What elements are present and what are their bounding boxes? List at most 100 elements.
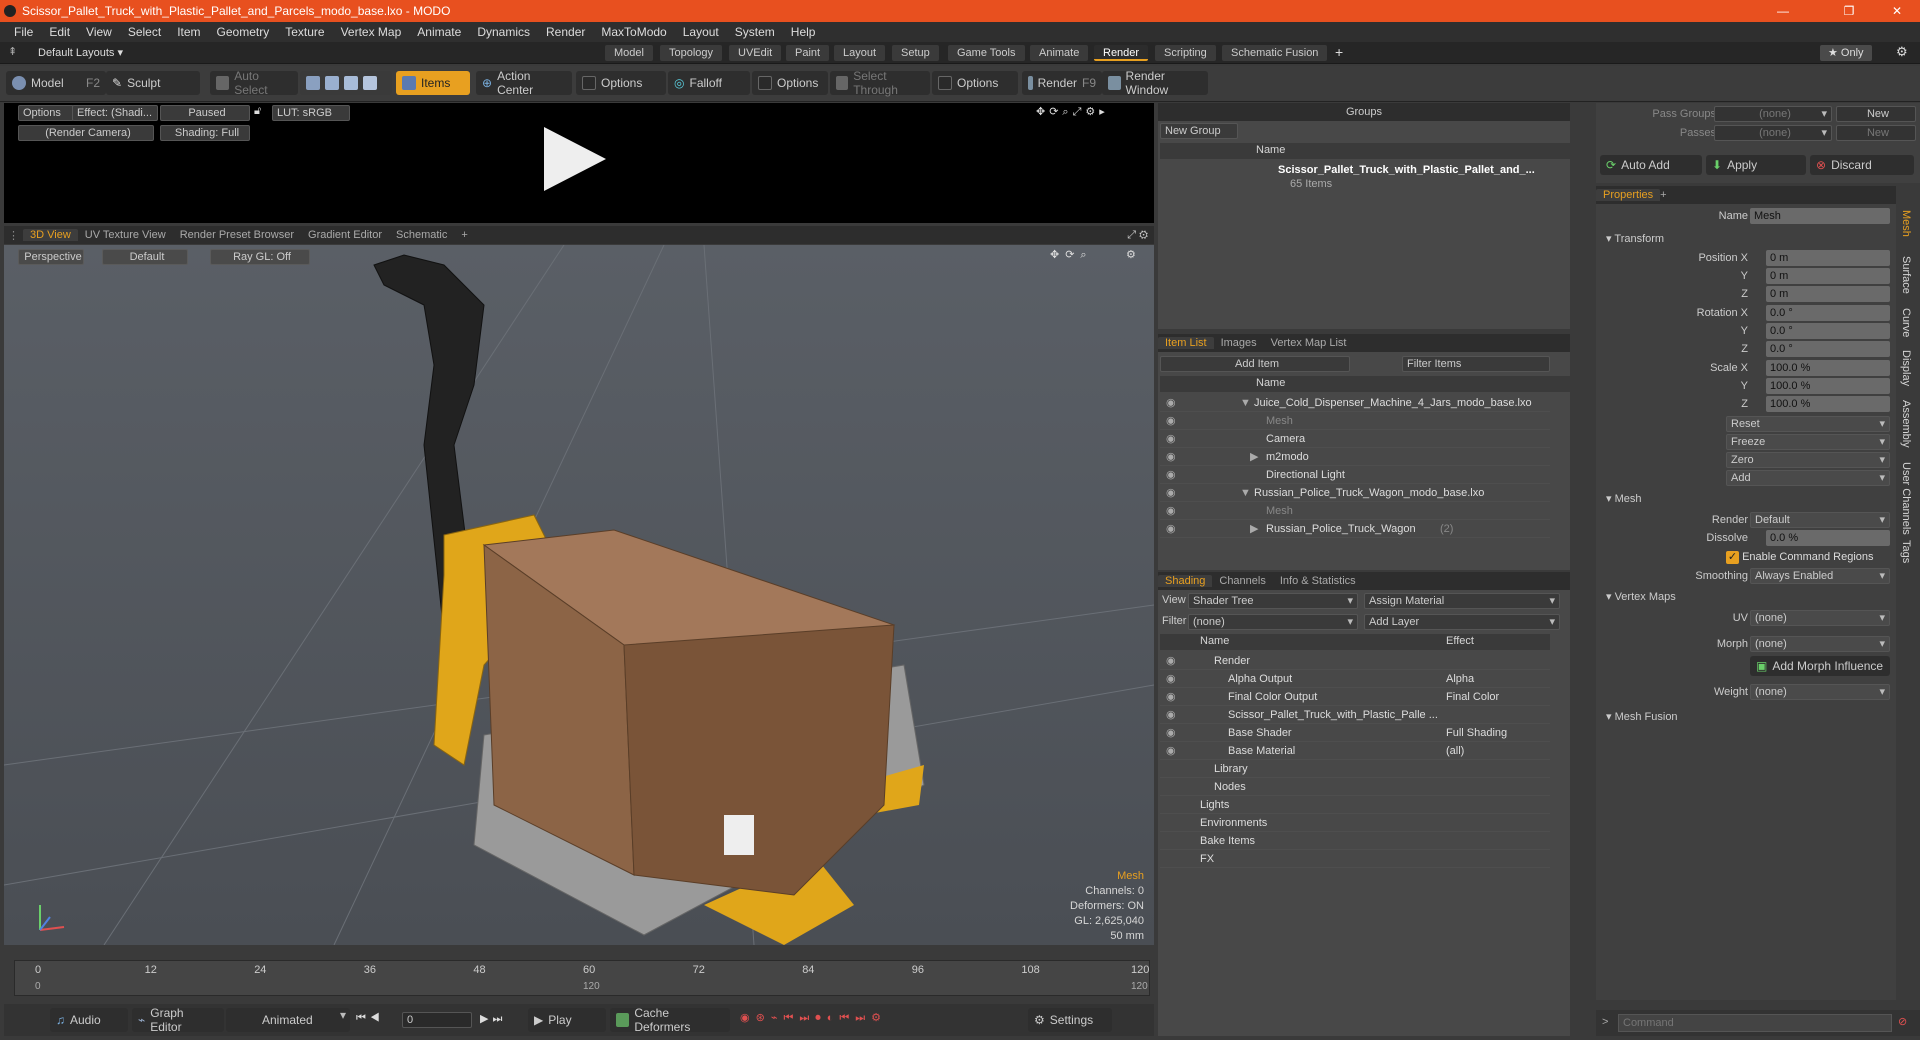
vertices-mode-icon[interactable]	[306, 76, 320, 90]
side-tab-mesh[interactable]: Mesh	[1900, 210, 1912, 237]
collapse-icon[interactable]: ⇞	[8, 45, 17, 58]
item-list-row[interactable]: ◉ ▼ Juice_Cold_Dispenser_Machine_4_Jars_mo…	[1160, 394, 1550, 412]
item-list-row[interactable]: ◉ ▶ Russian_Police_Truck_Wagon (2)	[1160, 520, 1550, 538]
transport-start-icons[interactable]: ⏮◀	[356, 1012, 384, 1025]
tab-properties[interactable]: Properties	[1596, 189, 1661, 201]
tab-animate[interactable]: Animate	[1030, 45, 1089, 61]
minimize-button[interactable]: —	[1760, 0, 1806, 22]
menu-dynamics[interactable]: Dynamics	[469, 25, 538, 39]
materials-mode-icon[interactable]	[363, 76, 377, 90]
model-button[interactable]: Model F2	[6, 71, 106, 95]
tab-channels[interactable]: Channels	[1212, 575, 1272, 587]
weight-dropdown[interactable]: (none)	[1750, 684, 1890, 700]
timeline-ruler[interactable]: 0 12 24 36 48 60 72 84 96 108 120 0 120 120	[14, 960, 1150, 996]
polygons-mode-icon[interactable]	[344, 76, 358, 90]
shader-tree-row[interactable]: ◉ Render	[1160, 652, 1550, 670]
tab-vertex-map-list[interactable]: Vertex Map List	[1264, 337, 1354, 349]
menu-file[interactable]: File	[6, 25, 41, 39]
expand-arrow-icon[interactable]: ▼	[1240, 484, 1251, 502]
falloff-button[interactable]: ◎ Falloff	[668, 71, 750, 95]
side-tab-display[interactable]: Display	[1900, 350, 1912, 386]
rotation-z-input[interactable]: 0.0 °	[1766, 341, 1890, 357]
auto-add-button[interactable]: ⟳ Auto Add	[1600, 155, 1702, 175]
shader-tree-row[interactable]: Lights	[1160, 796, 1550, 814]
uv-dropdown[interactable]: (none)	[1750, 610, 1890, 626]
tab-item-list[interactable]: Item List	[1158, 337, 1214, 349]
menu-help[interactable]: Help	[783, 25, 824, 39]
render-camera-dropdown[interactable]: (Render Camera)	[18, 125, 154, 141]
only-toggle[interactable]: ★ Only	[1820, 45, 1872, 61]
render-button[interactable]: Render F9	[1022, 71, 1102, 95]
tab-images[interactable]: Images	[1214, 337, 1264, 349]
visibility-eye-icon[interactable]: ◉	[1166, 484, 1176, 502]
side-tab-surface[interactable]: Surface	[1900, 256, 1912, 294]
shading-dropdown[interactable]: Shading: Full	[160, 125, 250, 141]
frame-input[interactable]: 0	[402, 1012, 472, 1028]
tab-topology[interactable]: Topology	[660, 45, 723, 61]
filter-items-input[interactable]: Filter Items	[1402, 356, 1550, 372]
mesh-fusion-section[interactable]: ▾ Mesh Fusion	[1606, 708, 1678, 726]
item-list-row[interactable]: ◉ Mesh	[1160, 412, 1550, 430]
scale-z-input[interactable]: 100.0 %	[1766, 396, 1890, 412]
position-z-input[interactable]: 0 m	[1766, 286, 1890, 302]
shader-effect-value[interactable]: Final Color	[1446, 688, 1499, 706]
command-history-icon[interactable]: ⊘	[1898, 1015, 1907, 1028]
action-center-button[interactable]: ⊕ Action Center	[476, 69, 572, 97]
transport-end-icons[interactable]: ▶⏭	[480, 1012, 506, 1026]
shader-tree-row[interactable]: Nodes	[1160, 778, 1550, 796]
shader-tree-row[interactable]: Environments	[1160, 814, 1550, 832]
action-center-options-button[interactable]: Options	[576, 71, 666, 95]
cache-deformers-button[interactable]: Cache Deformers	[610, 1006, 730, 1034]
tab-render[interactable]: Render	[1094, 45, 1149, 61]
select-through-button[interactable]: Select Through	[830, 69, 930, 97]
tab-uv-texture-view[interactable]: UV Texture View	[78, 229, 173, 241]
morph-dropdown[interactable]: (none)	[1750, 636, 1890, 652]
add-properties-tab-icon[interactable]: +	[1660, 189, 1666, 201]
select-options-button[interactable]: Options	[932, 71, 1018, 95]
menu-geometry[interactable]: Geometry	[209, 25, 278, 39]
menu-item[interactable]: Item	[169, 25, 208, 39]
item-list-row[interactable]: ◉ ▼ Russian_Police_Truck_Wagon_modo_base.l…	[1160, 484, 1550, 502]
add-tab-icon[interactable]: +	[1335, 44, 1343, 60]
item-list-row[interactable]: ◉ ▶ m2modo	[1160, 448, 1550, 466]
rotation-y-input[interactable]: 0.0 °	[1766, 323, 1890, 339]
rotation-x-input[interactable]: 0.0 °	[1766, 305, 1890, 321]
item-list-row[interactable]: ◉ Camera	[1160, 430, 1550, 448]
visibility-eye-icon[interactable]: ◉	[1166, 520, 1176, 538]
shader-effect-value[interactable]: Full Shading	[1446, 724, 1507, 742]
tab-schematic-fusion[interactable]: Schematic Fusion	[1222, 45, 1328, 61]
tab-shading[interactable]: Shading	[1158, 575, 1213, 587]
render-window-button[interactable]: Render Window	[1102, 69, 1208, 97]
shader-tree-row[interactable]: Library	[1160, 760, 1550, 778]
vertex-maps-section[interactable]: ▾ Vertex Maps	[1606, 588, 1676, 606]
passes-dropdown[interactable]: (none)	[1714, 125, 1832, 141]
item-list-row[interactable]: ◉ Directional Light	[1160, 466, 1550, 484]
discard-button[interactable]: ⊗ Discard	[1810, 155, 1914, 175]
visibility-eye-icon[interactable]: ◉	[1166, 412, 1176, 430]
maximize-button[interactable]: ❐	[1826, 0, 1872, 22]
side-tab-tags[interactable]: Tags	[1900, 540, 1912, 563]
tab-uvedit[interactable]: UVEdit	[729, 45, 782, 61]
render-dropdown[interactable]: Default	[1750, 512, 1890, 528]
menu-maxtomodo[interactable]: MaxToModo	[593, 25, 674, 39]
tab-paint[interactable]: Paint	[786, 45, 830, 61]
visibility-eye-icon[interactable]: ◉	[1166, 688, 1176, 706]
visibility-eye-icon[interactable]: ◉	[1166, 706, 1176, 724]
side-tab-assembly[interactable]: Assembly	[1900, 400, 1912, 448]
edges-mode-icon[interactable]	[325, 76, 339, 90]
visibility-eye-icon[interactable]: ◉	[1166, 466, 1176, 484]
expand-icon[interactable]: ⤢ ⚙	[1127, 229, 1154, 242]
visibility-eye-icon[interactable]: ◉	[1166, 502, 1176, 520]
menu-view[interactable]: View	[78, 25, 120, 39]
gear-icon[interactable]: ⚙	[1896, 44, 1908, 60]
visibility-eye-icon[interactable]: ◉	[1166, 652, 1176, 670]
mesh-section[interactable]: ▾ Mesh	[1606, 490, 1641, 508]
visibility-eye-icon[interactable]: ◉	[1166, 448, 1176, 466]
apply-button[interactable]: ⬇ Apply	[1706, 155, 1806, 175]
menu-animate[interactable]: Animate	[409, 25, 469, 39]
assign-material-dropdown[interactable]: Assign Material	[1364, 593, 1560, 609]
new-pass-button[interactable]: New	[1836, 125, 1916, 141]
shader-tree-row[interactable]: ◉ Base Material (all)	[1160, 742, 1550, 760]
shader-tree-row[interactable]: ◉ Scissor_Pallet_Truck_with_Plastic_Palle…	[1160, 706, 1550, 724]
preview-options-button[interactable]: Options	[18, 105, 74, 121]
